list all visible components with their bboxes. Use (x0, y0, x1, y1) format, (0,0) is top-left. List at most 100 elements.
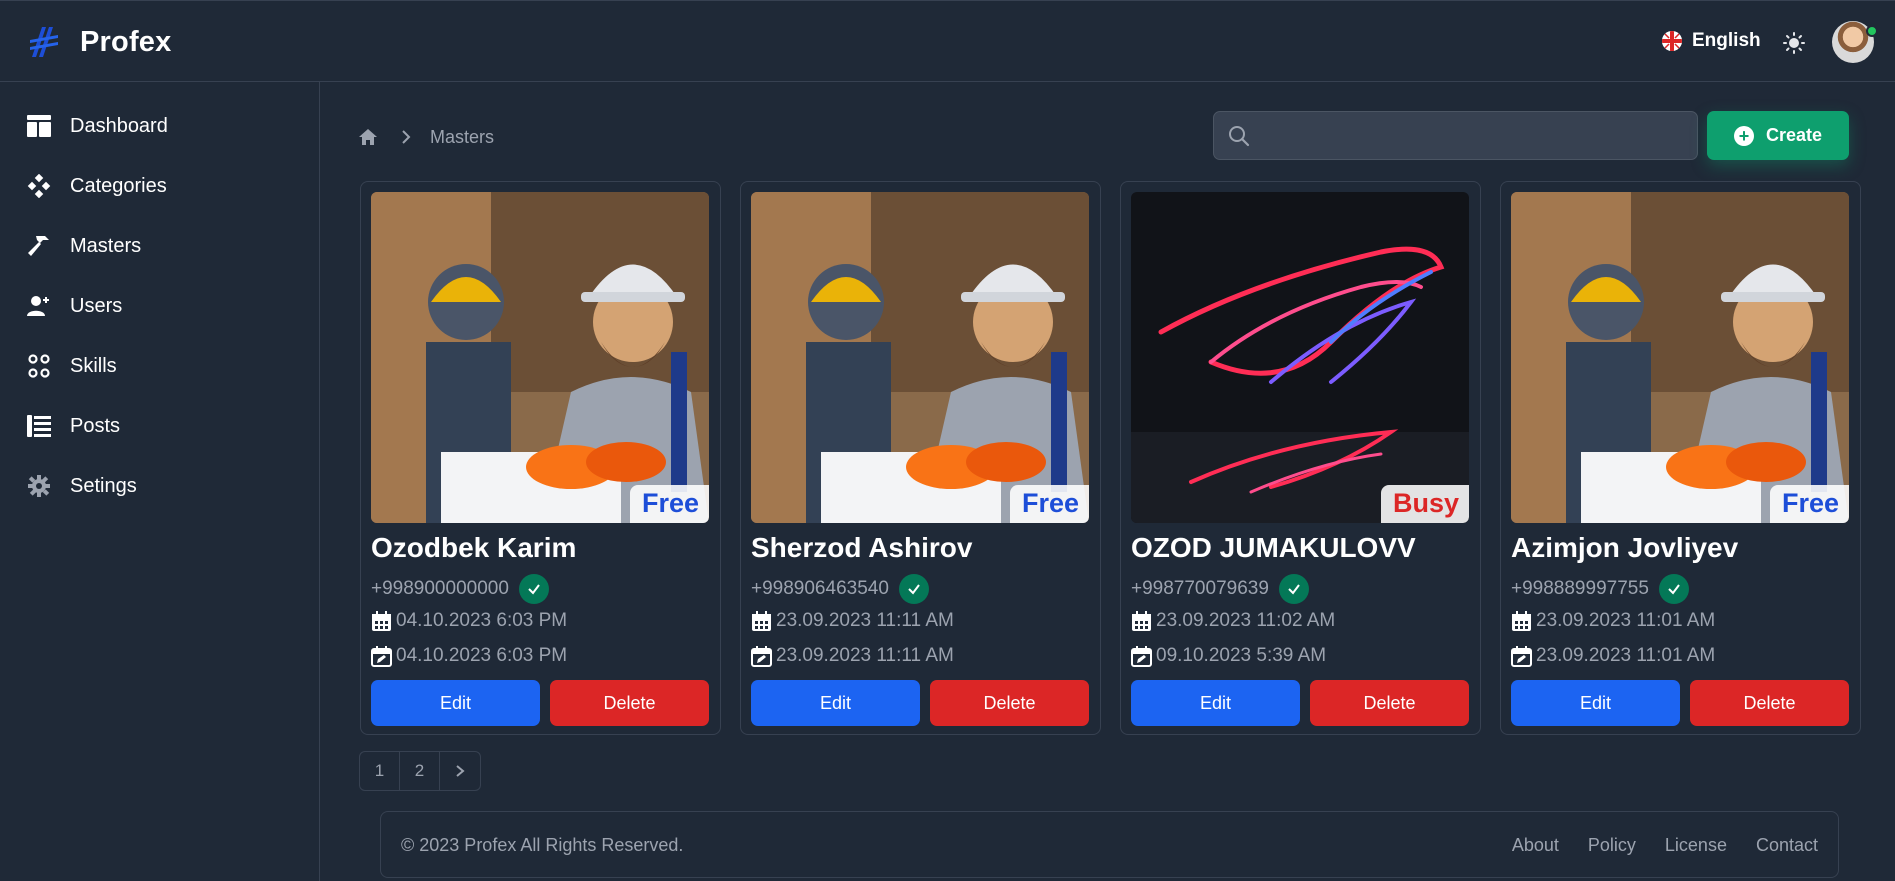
create-button-label: Create (1765, 125, 1823, 145)
calendar-edit-icon (751, 645, 772, 667)
master-photo: Free (751, 192, 1089, 523)
delete-button[interactable]: Delete (1690, 680, 1849, 726)
status-badge: Busy (1380, 485, 1469, 523)
created-date: 23.09.2023 11:02 AM (1131, 610, 1335, 632)
chevron-right-icon (402, 130, 411, 144)
footer-link-contact[interactable]: Contact (1756, 835, 1818, 856)
language-label: English (1692, 30, 1761, 51)
search-icon (1229, 126, 1250, 147)
calendar-icon (1512, 610, 1531, 631)
sidebar-item-label: Posts (70, 414, 121, 437)
page-button-2[interactable]: 2 (400, 752, 440, 790)
created-date-text: 23.09.2023 11:02 AM (1156, 610, 1336, 631)
edit-button[interactable]: Edit (1511, 680, 1680, 726)
next-page-button[interactable] (440, 752, 480, 790)
delete-button[interactable]: Delete (930, 680, 1089, 726)
user-add-icon (26, 293, 52, 319)
dashboard-icon (26, 113, 52, 139)
chevron-right-icon (456, 765, 465, 777)
online-status-dot (1866, 25, 1878, 37)
sidebar-item-label: Masters (70, 234, 142, 257)
delete-button[interactable]: Delete (1310, 680, 1469, 726)
created-date-text: 04.10.2023 6:03 PM (396, 610, 568, 631)
master-name: Sherzod Ashirov (751, 532, 973, 563)
edit-button[interactable]: Edit (751, 680, 920, 726)
sun-icon[interactable] (1783, 32, 1805, 54)
skills-icon (26, 353, 52, 379)
top-bar: Profex English (0, 0, 1895, 82)
sidebar-item-label: Users (70, 294, 123, 317)
sidebar-item-label: Categories (70, 174, 167, 197)
footer-links: About Policy License Contact (1483, 835, 1818, 856)
sidebar-item-dashboard[interactable]: Dashboard (26, 111, 168, 141)
app-title: Profex (80, 25, 172, 58)
master-name: Azimjon Jovliyev (1511, 532, 1739, 563)
search-box (1213, 111, 1698, 160)
edit-button[interactable]: Edit (1131, 680, 1300, 726)
master-card: Free Ozodbek Karim +998900000000 04.10.2… (360, 181, 721, 735)
phone-number: +998889997755 (1511, 578, 1649, 599)
categories-icon (26, 173, 52, 199)
footer-link-policy[interactable]: Policy (1588, 835, 1636, 856)
created-date: 23.09.2023 11:11 AM (751, 610, 954, 632)
status-badge: Free (1769, 485, 1849, 523)
created-date-text: 23.09.2023 11:01 AM (1536, 610, 1716, 631)
verified-check-icon (1278, 574, 1309, 604)
plus-circle-icon: + (1733, 125, 1754, 146)
footer-link-license[interactable]: License (1665, 835, 1727, 856)
sidebar-item-skills[interactable]: Skills (26, 351, 117, 381)
home-icon[interactable] (358, 127, 378, 147)
verified-check-icon (898, 574, 929, 604)
sidebar-item-label: Dashboard (70, 114, 168, 137)
sidebar-item-label: Skills (70, 354, 117, 377)
delete-button[interactable]: Delete (550, 680, 709, 726)
sidebar-item-settings[interactable]: Setings (26, 471, 137, 501)
language-selector[interactable]: English (1662, 30, 1761, 52)
uk-flag-icon (1662, 31, 1682, 51)
create-button[interactable]: + Create (1707, 111, 1849, 160)
calendar-edit-icon (1511, 645, 1532, 667)
list-icon (26, 413, 52, 439)
created-date: 04.10.2023 6:03 PM (371, 610, 567, 632)
calendar-icon (372, 610, 391, 631)
updated-date-text: 23.09.2023 11:01 AM (1536, 645, 1716, 666)
gear-icon (26, 473, 52, 499)
updated-date-text: 23.09.2023 11:11 AM (776, 645, 954, 666)
logo[interactable]: Profex (28, 23, 171, 61)
sidebar-item-label: Setings (70, 474, 137, 497)
master-card: Free Azimjon Jovliyev +998889997755 23.0… (1500, 181, 1861, 735)
master-phone: +998770079639 (1131, 574, 1309, 604)
search-input[interactable] (1262, 112, 1692, 159)
calendar-edit-icon (371, 645, 392, 667)
sidebar: Dashboard Categories Masters Users Skill… (0, 82, 320, 881)
edit-button[interactable]: Edit (371, 680, 540, 726)
master-phone: +998900000000 (371, 574, 549, 604)
breadcrumb: Masters (358, 124, 494, 150)
updated-date: 09.10.2023 5:39 AM (1131, 645, 1326, 667)
master-phone: +998889997755 (1511, 574, 1689, 604)
pagination: 1 2 (359, 751, 481, 791)
verified-check-icon (1658, 574, 1689, 604)
sidebar-item-posts[interactable]: Posts (26, 411, 120, 441)
page-button-1[interactable]: 1 (360, 752, 400, 790)
footer: © 2023 Profex All Rights Reserved. About… (380, 811, 1839, 878)
created-date: 23.09.2023 11:01 AM (1511, 610, 1715, 632)
footer-link-about[interactable]: About (1512, 835, 1559, 856)
updated-date-text: 09.10.2023 5:39 AM (1156, 645, 1327, 666)
copyright-text: © 2023 Profex All Rights Reserved. (401, 835, 684, 855)
updated-date: 23.09.2023 11:11 AM (751, 645, 954, 667)
status-badge: Free (629, 485, 709, 523)
sidebar-item-masters[interactable]: Masters (26, 231, 141, 261)
calendar-icon (1132, 610, 1151, 631)
created-date-text: 23.09.2023 11:11 AM (776, 610, 954, 631)
breadcrumb-current: Masters (430, 126, 495, 147)
updated-date: 23.09.2023 11:01 AM (1511, 645, 1715, 667)
hammer-icon (26, 233, 52, 259)
master-name: Ozodbek Karim (371, 532, 577, 563)
phone-number: +998900000000 (371, 578, 509, 599)
master-photo: Free (1511, 192, 1849, 523)
master-card: Busy OZOD JUMAKULOVV +998770079639 23.09… (1120, 181, 1481, 735)
sidebar-item-categories[interactable]: Categories (26, 171, 167, 201)
sidebar-item-users[interactable]: Users (26, 291, 122, 321)
logo-icon (30, 27, 58, 57)
